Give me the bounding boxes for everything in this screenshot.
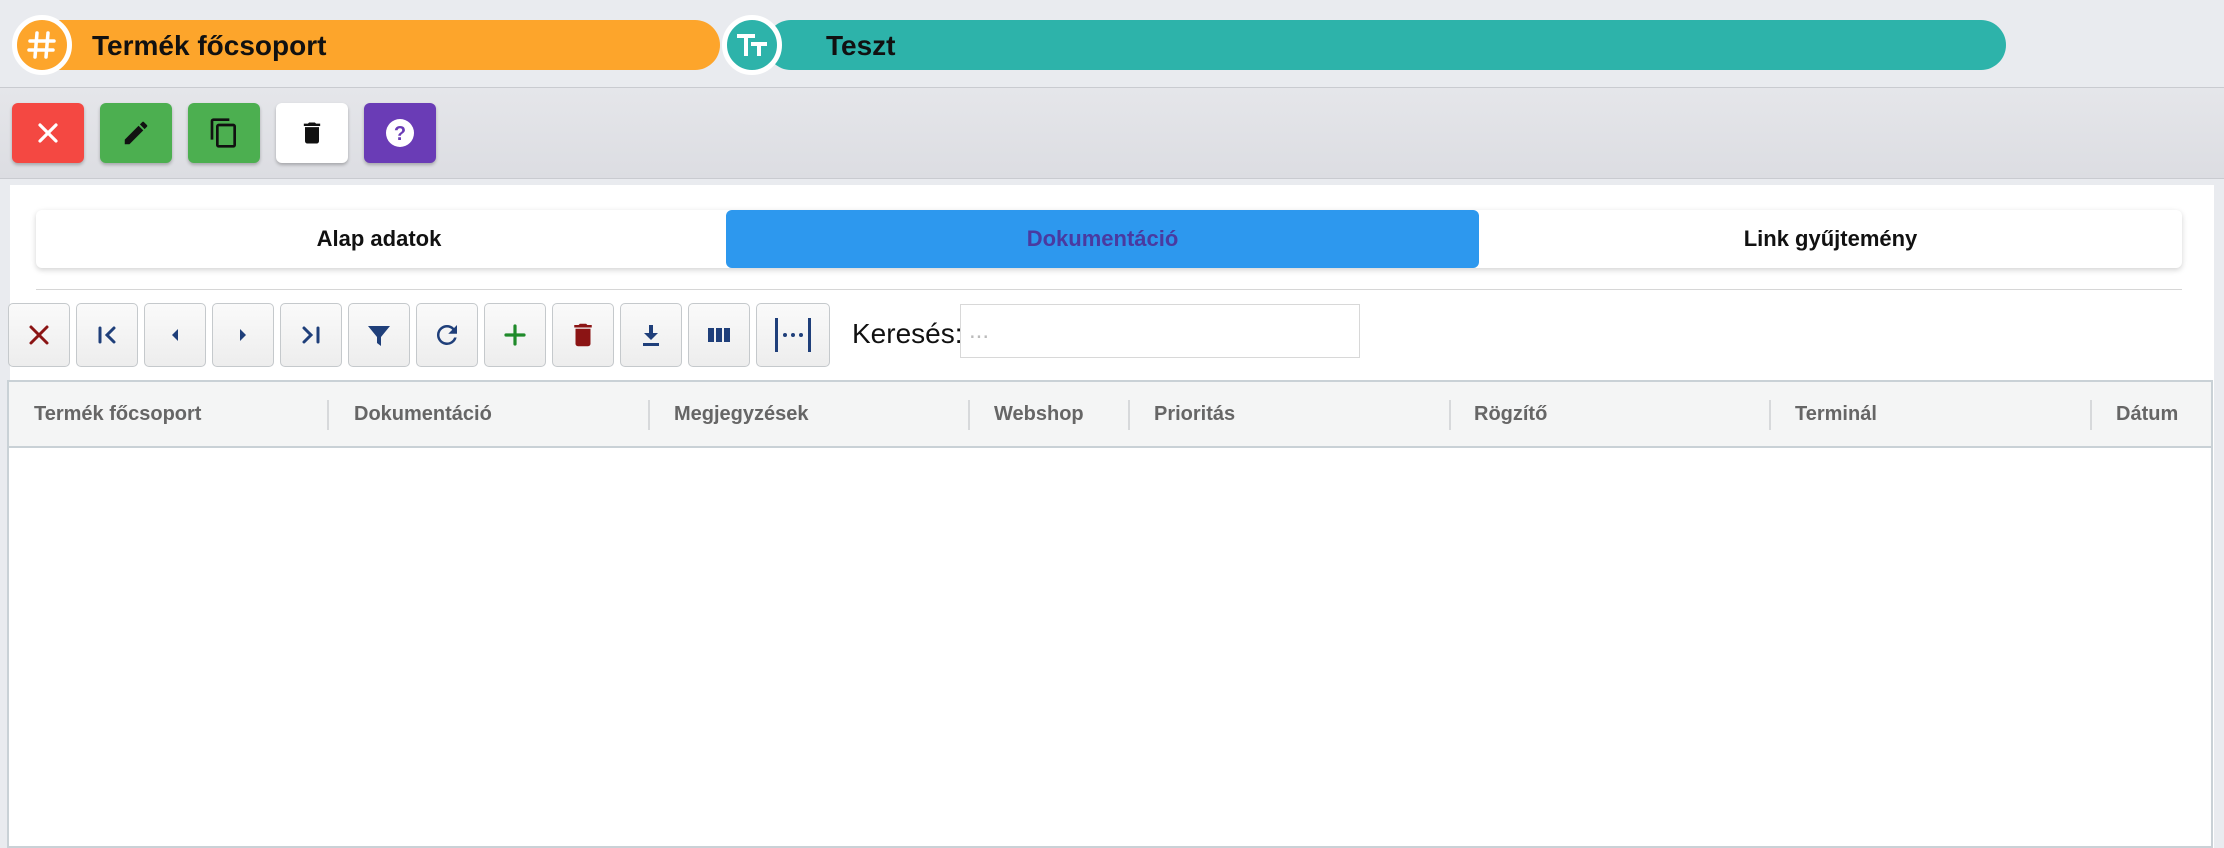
filter-button[interactable] — [348, 303, 410, 367]
divider — [36, 289, 2182, 290]
column-header-priority[interactable]: Prioritás — [1154, 382, 1235, 446]
text-type-icon — [722, 15, 782, 75]
close-button[interactable] — [12, 103, 84, 163]
help-button[interactable]: ? — [364, 103, 436, 163]
filter-icon — [368, 326, 390, 346]
columns-button[interactable] — [688, 303, 750, 367]
grid-delete-button[interactable] — [552, 303, 614, 367]
column-header-documentation[interactable]: Dokumentáció — [354, 382, 492, 446]
group-label: Termék főcsoport — [92, 30, 327, 61]
name-pill — [766, 20, 2006, 70]
record-header: Termék főcsoport Teszt — [0, 0, 2224, 88]
help-icon: ? — [386, 119, 414, 147]
tab-bar: Alap adatok Dokumentáció Link gyűjtemény — [36, 210, 2182, 268]
name-label: Teszt — [826, 30, 896, 61]
fit-width-button[interactable] — [756, 303, 830, 367]
add-button[interactable] — [484, 303, 546, 367]
refresh-button[interactable] — [416, 303, 478, 367]
edit-button[interactable] — [100, 103, 172, 163]
search-label: Keresés: — [852, 318, 963, 349]
content-panel: Alap adatok Dokumentáció Link gyűjtemény… — [7, 185, 2214, 848]
next-icon — [240, 329, 246, 341]
previous-button[interactable] — [144, 303, 206, 367]
last-page-button[interactable] — [280, 303, 342, 367]
tab-basic-data[interactable]: Alap adatok — [36, 210, 722, 268]
last-page-icon — [302, 326, 320, 344]
trash-icon — [303, 122, 321, 144]
column-divider[interactable] — [648, 400, 650, 430]
download-icon — [643, 325, 659, 346]
columns-icon — [708, 328, 730, 342]
close-icon — [38, 123, 58, 143]
column-divider[interactable] — [1769, 400, 1771, 430]
download-button[interactable] — [620, 303, 682, 367]
pencil-icon — [124, 121, 148, 145]
grid-header: Termék főcsoport Dokumentáció Megjegyzés… — [9, 382, 2211, 448]
column-header-product-group[interactable]: Termék főcsoport — [34, 382, 201, 446]
column-header-notes[interactable]: Megjegyzések — [674, 382, 809, 446]
column-header-webshop[interactable]: Webshop — [994, 382, 1084, 446]
data-grid: Termék főcsoport Dokumentáció Megjegyzés… — [7, 380, 2213, 848]
tab-link-collection[interactable]: Link gyűjtemény — [1479, 210, 2182, 268]
next-button[interactable] — [212, 303, 274, 367]
first-page-button[interactable] — [76, 303, 138, 367]
column-divider[interactable] — [968, 400, 970, 430]
column-divider[interactable] — [1128, 400, 1130, 430]
hash-icon — [12, 15, 72, 75]
copy-icon — [210, 118, 236, 148]
fit-width-icon — [775, 318, 811, 352]
trash-icon — [574, 323, 592, 347]
column-header-recorder[interactable]: Rögzítő — [1474, 382, 1547, 446]
previous-icon — [172, 329, 178, 341]
close-icon — [29, 325, 49, 345]
delete-button[interactable] — [276, 103, 348, 163]
svg-text:?: ? — [394, 123, 406, 145]
column-header-date[interactable]: Dátum — [2116, 382, 2178, 446]
first-page-icon — [98, 326, 116, 344]
column-divider[interactable] — [1449, 400, 1451, 430]
main-toolbar: ? — [0, 87, 2224, 179]
refresh-icon — [436, 324, 457, 345]
tab-documentation[interactable]: Dokumentáció — [726, 210, 1479, 268]
column-divider[interactable] — [327, 400, 329, 430]
add-icon — [504, 324, 526, 346]
column-divider[interactable] — [2090, 400, 2092, 430]
search-input[interactable] — [960, 304, 1360, 358]
column-header-terminal[interactable]: Terminál — [1795, 382, 1877, 446]
copy-button[interactable] — [188, 103, 260, 163]
grid-close-button[interactable] — [8, 303, 70, 367]
